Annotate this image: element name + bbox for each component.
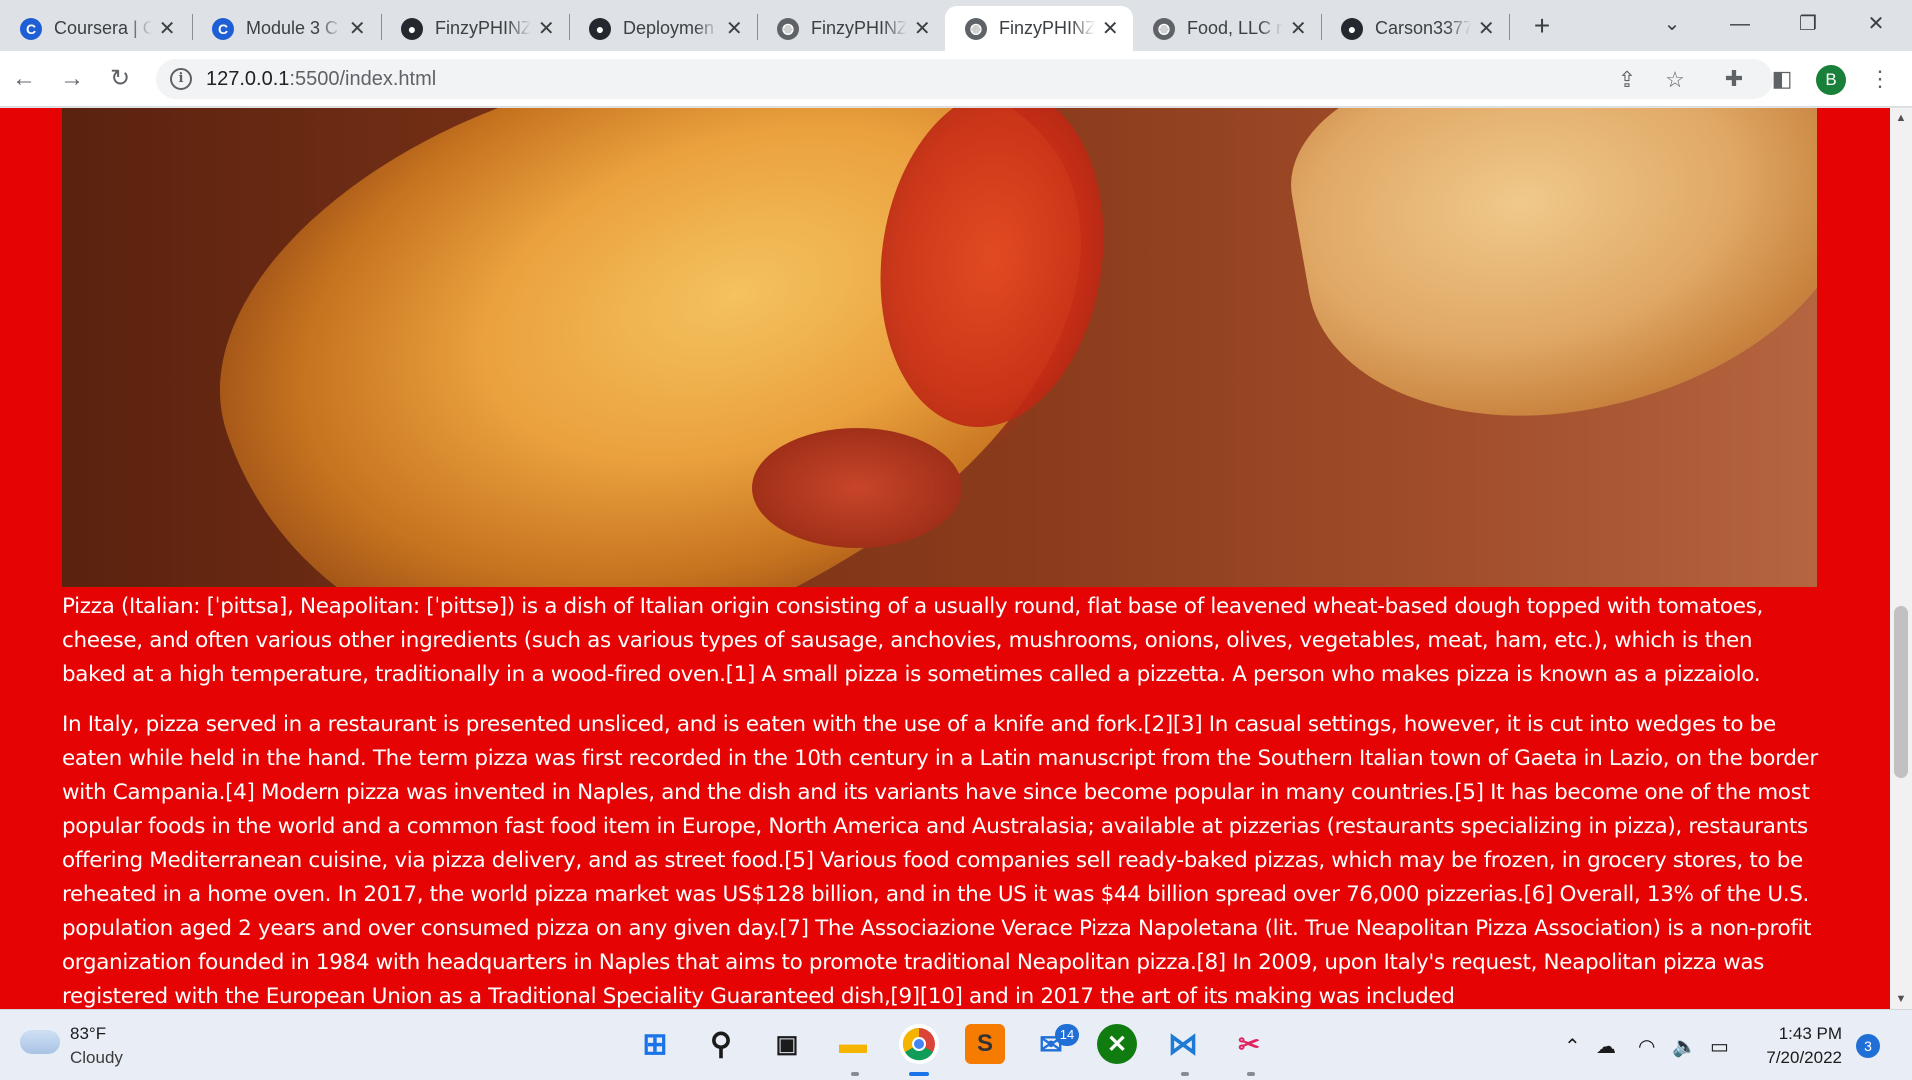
wifi-icon[interactable]: ◠ [1638, 1034, 1655, 1059]
file-explorer-icon[interactable]: ▬ [833, 1024, 873, 1064]
site-info-icon[interactable]: i [170, 68, 192, 90]
close-icon[interactable]: ✕ [537, 16, 555, 41]
side-panel-icon[interactable]: ◧ [1766, 63, 1798, 95]
close-icon[interactable]: ✕ [1477, 16, 1495, 41]
tab-6[interactable]: ◍ Food, LLC r ✕ [1133, 6, 1321, 51]
url-host: 127.0.0.1 [206, 68, 290, 90]
close-icon[interactable]: ✕ [725, 16, 743, 41]
tab-title: Module 3 C [246, 18, 339, 38]
tab-title: FinzyPHINZ [999, 18, 1096, 38]
close-icon[interactable]: ✕ [1101, 16, 1119, 41]
windows-taskbar: 83°F Cloudy ⊞ ⚲ ▣ ▬ S ✉ 14 ✕ ⋈ ✂ ⌃ ☁ ◠ 🔈… [0, 1009, 1912, 1080]
tab-1[interactable]: C Module 3 C ✕ [192, 6, 380, 51]
tab-search-chevron-icon[interactable]: ⌄ [1652, 8, 1692, 40]
pepperoni-shape [752, 428, 962, 548]
running-indicator [1181, 1072, 1189, 1076]
globe-icon: ◍ [965, 17, 987, 40]
tab-strip: C Coursera | C ✕ C Module 3 C ✕ ● FinzyP… [0, 0, 1912, 51]
vscode-icon[interactable]: ⋈ [1163, 1024, 1203, 1064]
pizza-photo [62, 108, 1817, 587]
globe-icon: ◍ [1153, 17, 1175, 40]
weather-description[interactable]: Cloudy [70, 1048, 123, 1068]
url-path: :5500/index.html [289, 68, 437, 90]
scroll-up-arrow-icon[interactable]: ▲ [1890, 108, 1912, 128]
tab-separator [1509, 14, 1510, 40]
tab-5-active[interactable]: ◍ FinzyPHINZ ✕ [945, 6, 1133, 51]
coursera-icon: C [20, 17, 42, 40]
active-indicator [909, 1072, 929, 1076]
tab-0[interactable]: C Coursera | C ✕ [0, 6, 190, 51]
share-icon[interactable]: ⇪ [1614, 67, 1640, 93]
clock-date[interactable]: 7/20/2022 [1756, 1048, 1842, 1068]
tab-title: Deploymen [623, 18, 715, 38]
close-icon[interactable]: ✕ [1289, 16, 1307, 41]
article-text: Pizza (Italian: [ˈpittsa], Neapolitan: [… [62, 590, 1822, 1009]
xbox-icon[interactable]: ✕ [1097, 1024, 1137, 1064]
tab-title: FinzyPHINZ [435, 18, 532, 38]
page-viewport: Pizza (Italian: [ˈpittsa], Neapolitan: [… [0, 108, 1890, 1009]
more-menu-icon[interactable]: ⋮ [1864, 63, 1896, 95]
paragraph: In Italy, pizza served in a restaurant i… [62, 712, 1818, 1009]
forward-arrow-icon[interactable]: → [56, 63, 88, 95]
tab-title: FinzyPHINZ [811, 18, 908, 38]
vertical-scrollbar[interactable]: ▲ ▼ [1890, 108, 1912, 1009]
chrome-icon[interactable] [899, 1024, 939, 1064]
restore-icon[interactable]: ❐ [1788, 8, 1828, 40]
search-icon[interactable]: ⚲ [701, 1024, 741, 1064]
back-arrow-icon[interactable]: ← [8, 63, 40, 95]
tab-title: Coursera | C [54, 18, 153, 38]
clock-time[interactable]: 1:43 PM [1776, 1024, 1842, 1044]
tab-title: Food, LLC r [1187, 18, 1283, 38]
paragraph: Pizza (Italian: [ˈpittsa], Neapolitan: [… [62, 594, 1763, 687]
tab-7[interactable]: ● Carson3377 ✕ [1321, 6, 1509, 51]
address-bar[interactable]: i 127.0.0.1:5500/index.html ⇪ ☆ [156, 59, 1773, 99]
tab-3[interactable]: ● Deploymen ✕ [569, 6, 757, 51]
running-indicator [851, 1072, 859, 1076]
scrollbar-thumb[interactable] [1894, 606, 1908, 778]
notification-badge[interactable]: 3 [1856, 1034, 1880, 1058]
close-icon[interactable]: ✕ [348, 16, 366, 41]
running-indicator [1247, 1072, 1255, 1076]
reload-icon[interactable]: ↻ [104, 63, 136, 95]
github-icon: ● [1341, 17, 1363, 40]
task-view-icon[interactable]: ▣ [767, 1024, 807, 1064]
tab-title: Carson3377 [1375, 18, 1472, 38]
github-icon: ● [589, 17, 611, 40]
volume-icon[interactable]: 🔈 [1672, 1034, 1697, 1059]
chevron-up-icon[interactable]: ⌃ [1564, 1034, 1581, 1059]
network-off-icon[interactable]: ☁ [1596, 1034, 1616, 1059]
bookmark-star-icon[interactable]: ☆ [1662, 67, 1688, 93]
pizza-slice-shape [1274, 108, 1817, 454]
tab-4[interactable]: ◍ FinzyPHINZ ✕ [757, 6, 945, 51]
tab-2[interactable]: ● FinzyPHINZ ✕ [381, 6, 569, 51]
github-icon: ● [401, 17, 423, 40]
minimize-icon[interactable]: — [1720, 8, 1760, 40]
close-icon[interactable]: ✕ [158, 16, 176, 41]
close-icon[interactable]: ✕ [913, 16, 931, 41]
scroll-down-arrow-icon[interactable]: ▼ [1890, 989, 1912, 1009]
url-text[interactable]: 127.0.0.1:5500/index.html [206, 68, 436, 91]
windows-start-icon[interactable]: ⊞ [635, 1024, 675, 1064]
extensions-puzzle-icon[interactable]: ✚ [1718, 63, 1750, 95]
globe-icon: ◍ [777, 17, 799, 40]
sublime-text-icon[interactable]: S [965, 1024, 1005, 1064]
window-close-icon[interactable]: ✕ [1856, 8, 1896, 40]
browser-toolbar: ← → ↻ i 127.0.0.1:5500/index.html ⇪ ☆ ✚ … [0, 51, 1912, 107]
chrome-logo-icon [902, 1027, 935, 1061]
coursera-icon: C [212, 17, 234, 40]
new-tab-button[interactable]: + [1526, 10, 1558, 42]
weather-temperature[interactable]: 83°F [70, 1024, 106, 1044]
profile-avatar[interactable]: B [1816, 65, 1846, 95]
mail-badge: 14 [1055, 1024, 1079, 1046]
battery-icon[interactable]: ▭ [1710, 1034, 1729, 1059]
cloud-icon[interactable] [20, 1030, 60, 1054]
snipping-tool-icon[interactable]: ✂ [1229, 1024, 1269, 1064]
